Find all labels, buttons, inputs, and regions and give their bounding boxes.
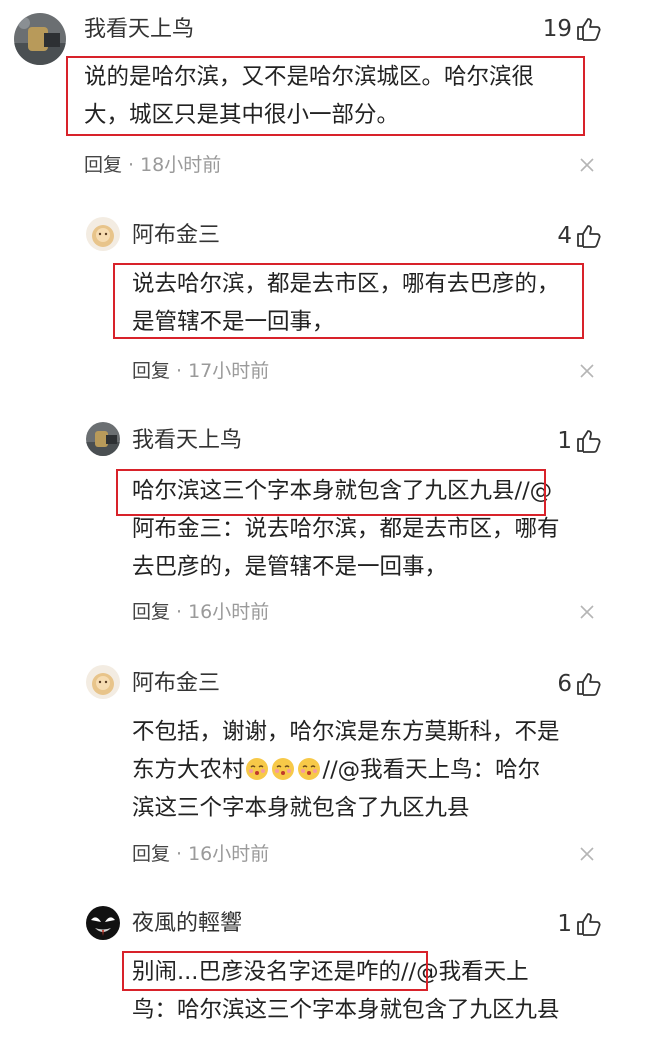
separator: · (128, 154, 135, 176)
avatar[interactable] (14, 13, 66, 65)
reply-button[interactable]: 回复 (132, 843, 170, 865)
thumbs-up-icon (577, 18, 601, 41)
reply-button[interactable]: 回复 (84, 154, 122, 176)
like-button[interactable]: 1 (557, 909, 601, 939)
comment-line: 大，城区只是其中很小一部分。 (84, 102, 400, 128)
kiss-emoji-icon (271, 758, 294, 780)
like-button[interactable]: 4 (557, 221, 601, 251)
avatar-photo-icon (86, 422, 120, 456)
username[interactable]: 我看天上鸟 (84, 15, 194, 45)
timestamp: 17小时前 (188, 360, 270, 382)
thumbs-up-icon (577, 673, 601, 696)
line-text: 东方大农村 (132, 757, 245, 783)
comment-text: 不包括，谢谢，哈尔滨是东方莫斯科，不是 东方大农村 //@我看天上鸟：哈尔 滨这三… (132, 713, 560, 827)
comment-line: 是管辖不是一回事， (132, 309, 335, 335)
reply-item: 我看天上鸟 1 哈尔滨这三个字本身就包含了九区九县//@ 阿布金三：说去哈尔滨，… (0, 400, 645, 643)
like-count: 1 (557, 911, 572, 937)
close-icon[interactable] (579, 604, 595, 620)
close-icon[interactable] (579, 157, 595, 173)
avatar[interactable] (86, 422, 120, 456)
comment-item: 我看天上鸟 19 说的是哈尔滨，又不是哈尔滨城区。哈尔滨很 大，城区只是其中很小… (0, 0, 645, 200)
avatar[interactable] (86, 217, 120, 251)
comment-meta: 回复 · 17小时前 (132, 358, 269, 384)
comment-line: 说去哈尔滨，都是去市区，哪有去巴彦的， (132, 271, 560, 297)
close-icon[interactable] (579, 363, 595, 379)
separator: · (176, 360, 183, 382)
username[interactable]: 阿布金三 (132, 221, 220, 251)
comment-line: 去巴彦的，是管辖不是一回事， (132, 554, 448, 580)
kiss-emoji-icon (245, 758, 268, 780)
reply-item: 阿布金三 4 说去哈尔滨，都是去市区，哪有去巴彦的， 是管辖不是一回事， 回复 ·… (0, 200, 645, 400)
avatar-doll-icon (86, 217, 120, 251)
username[interactable]: 夜風的輕響 (132, 909, 242, 939)
comment-meta: 回复 · 16小时前 (132, 599, 269, 625)
timestamp: 16小时前 (188, 601, 270, 623)
reply-button[interactable]: 回复 (132, 601, 170, 623)
comment-text: 别闹...巴彦没名字还是咋的//@我看天上 鸟：哈尔滨这三个字本身就包含了九区九… (132, 953, 560, 1029)
mention-text[interactable]: //@我看天上鸟：哈尔 (323, 757, 541, 783)
avatar[interactable] (86, 906, 120, 940)
kiss-emoji-icon (297, 758, 320, 780)
like-button[interactable]: 6 (557, 669, 601, 699)
comment-meta: 回复 · 16小时前 (132, 841, 269, 867)
reply-button[interactable]: 回复 (132, 360, 170, 382)
timestamp: 16小时前 (188, 843, 270, 865)
like-count: 19 (542, 16, 572, 42)
close-icon[interactable] (579, 846, 595, 862)
username[interactable]: 阿布金三 (132, 669, 220, 699)
comment-line: 别闹...巴彦没名字还是咋的//@我看天上 (132, 959, 529, 985)
comment-line: 东方大农村 //@我看天上鸟：哈尔 (132, 751, 560, 789)
comment-line: 说的是哈尔滨，又不是哈尔滨城区。哈尔滨很 (84, 64, 535, 90)
like-button[interactable]: 1 (557, 426, 601, 456)
comment-text: 说去哈尔滨，都是去市区，哪有去巴彦的， 是管辖不是一回事， (132, 265, 560, 341)
comment-meta: 回复 · 18小时前 (84, 152, 221, 178)
like-count: 4 (557, 223, 572, 249)
thumbs-up-icon (577, 913, 601, 936)
comment-text: 哈尔滨这三个字本身就包含了九区九县//@ 阿布金三：说去哈尔滨，都是去市区，哪有… (132, 472, 560, 586)
like-count: 1 (557, 428, 572, 454)
reply-item: 阿布金三 6 不包括，谢谢，哈尔滨是东方莫斯科，不是 东方大农村 //@我看天上鸟… (0, 643, 645, 886)
like-button[interactable]: 19 (543, 14, 601, 44)
comment-line: 鸟：哈尔滨这三个字本身就包含了九区九县 (132, 997, 560, 1023)
comment-line: 不包括，谢谢，哈尔滨是东方莫斯科，不是 (132, 719, 560, 745)
username[interactable]: 我看天上鸟 (132, 426, 242, 456)
separator: · (176, 843, 183, 865)
comment-text: 说的是哈尔滨，又不是哈尔滨城区。哈尔滨很 大，城区只是其中很小一部分。 (84, 58, 534, 134)
thumbs-up-icon (577, 430, 601, 453)
thumbs-up-icon (577, 225, 601, 248)
avatar[interactable] (86, 665, 120, 699)
avatar-photo-icon (14, 13, 66, 65)
like-count: 6 (557, 671, 572, 697)
comment-line: 哈尔滨这三个字本身就包含了九区九县//@ (132, 478, 553, 504)
separator: · (176, 601, 183, 623)
avatar-venom-icon (86, 906, 120, 940)
comment-line: 滨这三个字本身就包含了九区九县 (132, 795, 470, 821)
comment-line: 阿布金三：说去哈尔滨，都是去市区，哪有 (132, 516, 560, 542)
timestamp: 18小时前 (140, 154, 222, 176)
avatar-doll-icon (86, 665, 120, 699)
reply-item: 夜風的輕響 1 别闹...巴彦没名字还是咋的//@我看天上 鸟：哈尔滨这三个字本… (0, 886, 645, 1038)
